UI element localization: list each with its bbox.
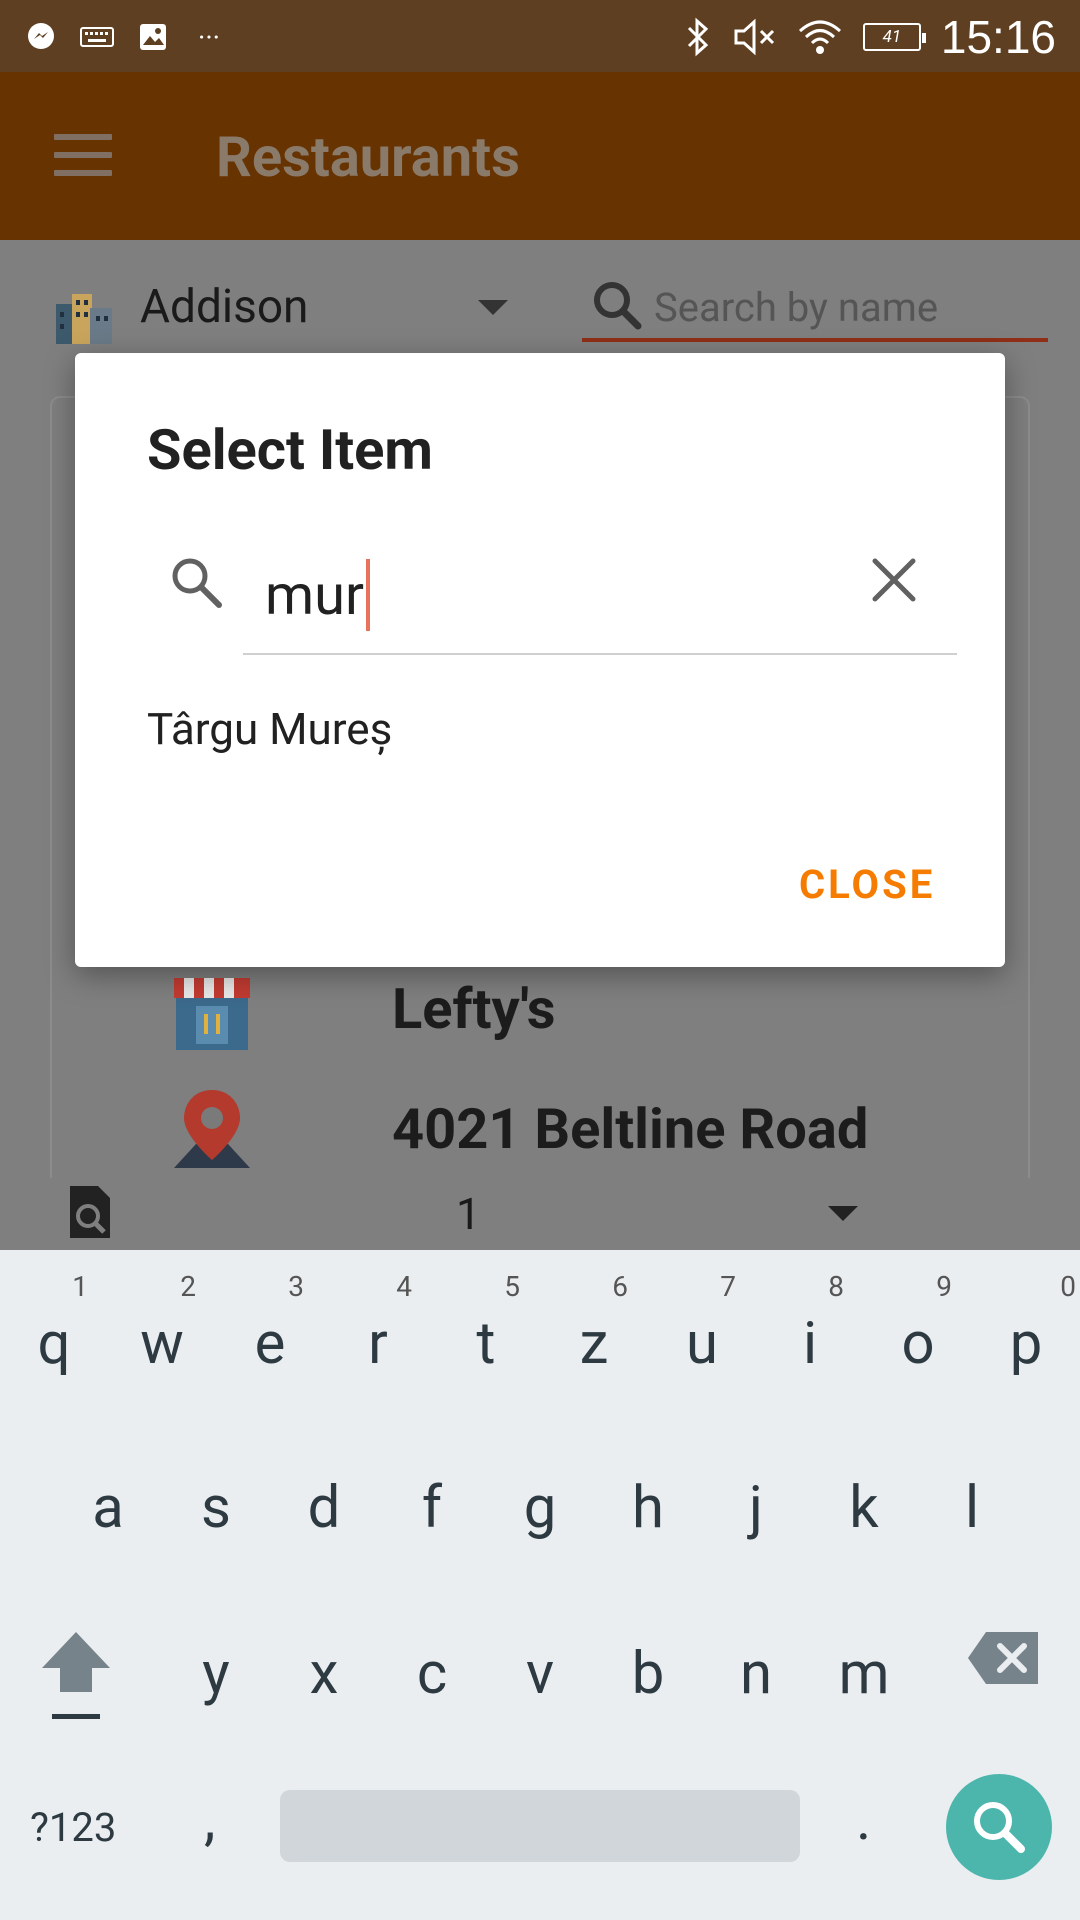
battery-icon: 41 — [862, 23, 926, 51]
page-selector[interactable]: 1 — [456, 1188, 481, 1240]
clock: 15:16 — [940, 11, 1056, 63]
key-p[interactable]: 0p — [972, 1270, 1080, 1400]
city-dropdown[interactable]: Addison — [140, 280, 308, 334]
status-bar: ··· 41 15:16 — [0, 0, 1080, 72]
symbols-key[interactable]: ?123 — [30, 1804, 116, 1851]
storefront-icon — [174, 978, 250, 1050]
key-t[interactable]: 5t — [432, 1270, 540, 1400]
messenger-icon — [24, 20, 58, 54]
mute-icon — [734, 18, 774, 56]
key-v[interactable]: v — [486, 1600, 594, 1730]
select-item-dialog: Select Item mur Târgu Mureș CLOSE — [75, 353, 1005, 967]
key-b[interactable]: b — [594, 1600, 702, 1730]
dialog-title: Select Item — [147, 417, 433, 483]
key-c[interactable]: c — [378, 1600, 486, 1730]
restaurant-name: Lefty's — [392, 976, 556, 1042]
dialog-search-value: mur — [265, 562, 364, 628]
search-placeholder: Search by name — [654, 284, 939, 331]
close-button[interactable]: CLOSE — [799, 861, 935, 908]
keyboard-row-1: 1q 2w 3e 4r 5t 6z 7u 8i 9o 0p — [0, 1270, 1080, 1430]
key-w[interactable]: 2w — [108, 1270, 216, 1400]
hamburger-menu-icon[interactable] — [54, 134, 112, 176]
key-f[interactable]: f — [378, 1434, 486, 1564]
file-search-icon[interactable] — [66, 1184, 114, 1240]
key-r[interactable]: 4r — [324, 1270, 432, 1400]
restaurant-search-input[interactable]: Search by name — [582, 268, 1048, 342]
space-key[interactable] — [280, 1790, 800, 1862]
key-n[interactable]: n — [702, 1600, 810, 1730]
more-dots-icon: ··· — [198, 20, 220, 54]
key-m[interactable]: m — [810, 1600, 918, 1730]
pagination-bar: 1 — [0, 1178, 1080, 1250]
page-title: Restaurants — [216, 124, 520, 190]
search-icon — [172, 558, 222, 608]
key-g[interactable]: g — [486, 1434, 594, 1564]
soft-keyboard: 1q 2w 3e 4r 5t 6z 7u 8i 9o 0p a s d f g … — [0, 1250, 1080, 1920]
restaurant-address: 4021 Beltline Road — [392, 1096, 869, 1162]
notification-icons: ··· — [24, 20, 226, 54]
chevron-down-icon[interactable] — [478, 300, 508, 315]
key-e[interactable]: 3e — [216, 1270, 324, 1400]
search-icon — [594, 282, 642, 330]
key-j[interactable]: j — [702, 1434, 810, 1564]
key-y[interactable]: y — [162, 1600, 270, 1730]
key-l[interactable]: l — [918, 1434, 1026, 1564]
comma-key[interactable]: , — [204, 1786, 215, 1854]
keyboard-row-3: y x c v b n m — [0, 1600, 1080, 1760]
key-q[interactable]: 1q — [0, 1270, 108, 1400]
result-item[interactable]: Târgu Mureș — [147, 703, 392, 755]
close-icon[interactable] — [871, 557, 917, 603]
key-i[interactable]: 8i — [756, 1270, 864, 1400]
search-icon — [974, 1802, 1025, 1853]
keyboard-search-button[interactable] — [946, 1774, 1052, 1880]
keyboard-icon — [80, 20, 114, 54]
period-key[interactable]: . — [856, 1786, 871, 1854]
wifi-icon — [798, 20, 841, 54]
chevron-down-icon[interactable] — [828, 1206, 858, 1221]
key-d[interactable]: d — [270, 1434, 378, 1564]
bluetooth-icon — [687, 17, 709, 57]
dialog-search-input[interactable]: mur — [243, 525, 957, 655]
key-a[interactable]: a — [54, 1434, 162, 1564]
key-s[interactable]: s — [162, 1434, 270, 1564]
city-buildings-icon — [56, 294, 112, 344]
image-icon — [136, 20, 170, 54]
key-z[interactable]: 6z — [540, 1270, 648, 1400]
key-o[interactable]: 9o — [864, 1270, 972, 1400]
key-k[interactable]: k — [810, 1434, 918, 1564]
location-pin-icon — [174, 1090, 250, 1168]
app-bar: Restaurants — [0, 72, 1080, 240]
text-cursor — [365, 559, 370, 631]
key-u[interactable]: 7u — [648, 1270, 756, 1400]
backspace-icon[interactable] — [966, 1630, 1042, 1686]
key-h[interactable]: h — [594, 1434, 702, 1564]
key-x[interactable]: x — [270, 1600, 378, 1730]
keyboard-row-2: a s d f g h j k l — [0, 1434, 1080, 1594]
